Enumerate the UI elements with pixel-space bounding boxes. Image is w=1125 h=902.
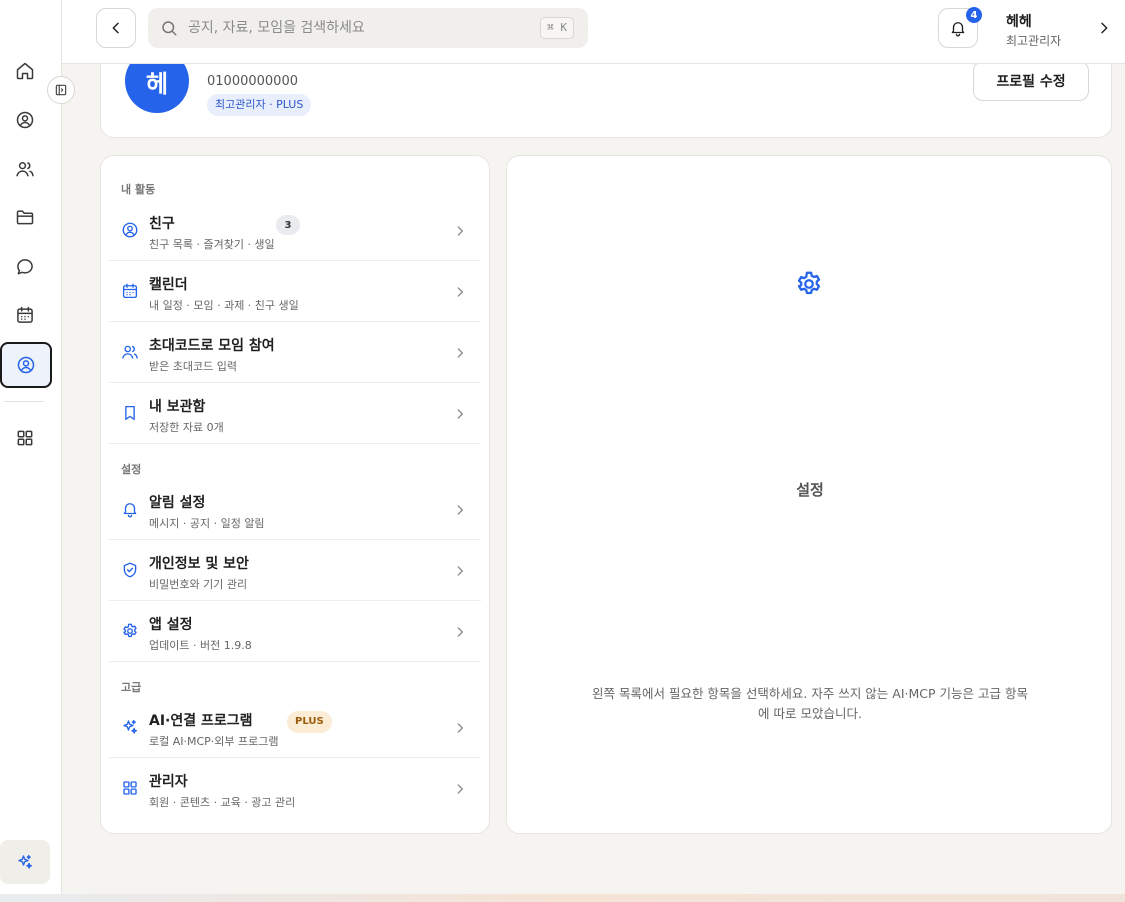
user-circle-icon [16,111,33,129]
sidebar-toggle-icon [55,84,67,96]
chevron-right-icon [453,502,467,516]
rail-divider [4,401,44,402]
item-subtitle: 회원 · 콘텐츠 · 교육 · 광고 관리 [149,796,296,809]
nav-chat-button[interactable] [0,245,49,289]
notification-count-badge: 4 [966,7,982,23]
left-rail [0,0,62,894]
user-name[interactable]: 헤헤 [1006,11,1032,31]
list-item-calendar[interactable]: 캘린더 내 일정 · 모임 · 과제 · 친구 생일 [109,262,481,322]
item-title: 개인정보 및 보안 [149,556,249,572]
settings-detail-panel: 설정 왼쪽 목록에서 필요한 항목을 선택하세요. 자주 쓰지 않는 AI·MC… [506,155,1112,834]
nav-groups-button[interactable] [0,147,49,191]
nav-profile-button[interactable] [0,98,49,142]
item-subtitle: 업데이트 · 버전 1.9.8 [149,639,252,652]
sidebar-toggle-button[interactable] [47,76,75,104]
list-item-app-settings[interactable]: 앱 설정 업데이트 · 버전 1.9.8 [109,602,481,662]
chevron-right-icon [453,720,467,734]
folder-icon [16,210,33,225]
list-item-bookmarks[interactable]: 내 보관함 저장한 자료 0개 [109,384,481,444]
nav-calendar-button[interactable] [0,293,49,337]
user-role: 최고관리자 [1006,34,1062,48]
section-label-activity: 내 활동 [121,183,156,196]
detail-description: 왼쪽 목록에서 필요한 항목을 선택하세요. 자주 쓰지 않는 AI·MCP 기… [592,686,1028,721]
back-button[interactable] [96,8,136,48]
settings-list-panel: 내 활동 친구 3 친구 목록 · 즐겨찾기 · 생일 캘린더 내 일정 · 모… [100,155,490,834]
bottom-edge [0,894,1125,902]
gear-icon [794,269,824,299]
list-item-invite-code[interactable]: 초대코드로 모임 참여 받은 초대코드 입력 [109,323,481,383]
item-title: 앱 설정 [149,617,193,633]
list-item-notification-settings[interactable]: 알림 설정 메시지 · 공지 · 일정 알림 [109,480,481,540]
list-item-friends[interactable]: 친구 3 친구 목록 · 즐겨찾기 · 생일 [109,201,481,261]
home-icon [16,62,33,80]
list-item-admin[interactable]: 관리자 회원 · 콘텐츠 · 교육 · 광고 관리 [109,759,481,819]
sparkle-icon [18,854,33,869]
sparkle-icon [121,718,139,736]
profile-role-tag: 최고관리자 · PLUS [207,94,312,116]
item-title: 친구 [149,216,175,232]
chevron-right-icon [453,781,467,795]
friends-count-badge: 3 [276,215,300,235]
shield-check-icon [121,561,139,579]
chevron-left-icon [112,22,119,34]
detail-title: 설정 [796,481,824,499]
chevron-right-icon [453,624,467,638]
item-subtitle: 받은 초대코드 입력 [149,360,237,373]
item-subtitle: 로컬 AI·MCP·외부 프로그램 [149,735,279,748]
chevron-right-icon [453,223,467,237]
bell-icon [121,500,139,518]
item-title: 초대코드로 모임 참여 [149,338,275,354]
list-item-ai-programs[interactable]: AI·연결 프로그램 PLUS 로컬 AI·MCP·외부 프로그램 [109,698,481,758]
search-input[interactable] [188,20,528,36]
item-title: AI·연결 프로그램 [149,713,253,729]
chevron-right-icon [453,406,467,420]
item-title: 캘린더 [149,277,188,293]
nav-files-button[interactable] [0,195,49,239]
item-subtitle: 메시지 · 공지 · 일정 알림 [149,517,265,530]
users-icon [15,162,34,177]
search-bar[interactable]: ⌘ K [148,8,588,48]
users-icon [121,343,139,361]
chevron-right-icon[interactable] [1096,20,1112,36]
gear-icon [121,622,139,640]
user-circle-icon [121,221,139,239]
ai-assistant-button[interactable] [0,840,50,884]
chevron-right-icon [453,284,467,298]
section-label-settings: 설정 [121,463,142,476]
plus-badge: PLUS [287,711,332,733]
grid-icon [121,779,139,797]
edit-profile-button[interactable]: 프로필 수정 [973,61,1089,101]
calendar-icon [16,306,33,323]
chevron-right-icon [453,345,467,359]
search-shortcut: ⌘ K [540,17,574,39]
chevron-right-icon [453,563,467,577]
item-subtitle: 내 일정 · 모임 · 과제 · 친구 생일 [149,299,299,312]
nav-home-button[interactable] [0,49,49,93]
item-subtitle: 비밀번호와 기기 관리 [149,578,248,591]
notifications-button[interactable]: 4 [938,7,982,48]
item-title: 알림 설정 [149,495,206,511]
item-title: 관리자 [149,774,188,790]
list-item-privacy-security[interactable]: 개인정보 및 보안 비밀번호와 기기 관리 [109,541,481,601]
nav-mypage-button[interactable] [0,342,52,388]
calendar-icon [121,282,139,300]
chat-icon [16,259,33,275]
section-label-advanced: 고급 [121,681,142,694]
item-subtitle: 친구 목록 · 즐겨찾기 · 생일 [149,238,275,251]
bookmark-icon [121,404,139,422]
item-title: 내 보관함 [149,399,206,415]
top-bar: ⌘ K 4 헤헤 최고관리자 [62,0,1125,64]
grid-icon [17,430,32,446]
bell-icon [951,22,965,37]
search-icon [162,21,177,36]
profile-icon [17,356,35,374]
nav-apps-button[interactable] [0,416,49,460]
item-subtitle: 저장한 자료 0개 [149,421,224,434]
profile-phone: 01000000000 [207,74,298,89]
